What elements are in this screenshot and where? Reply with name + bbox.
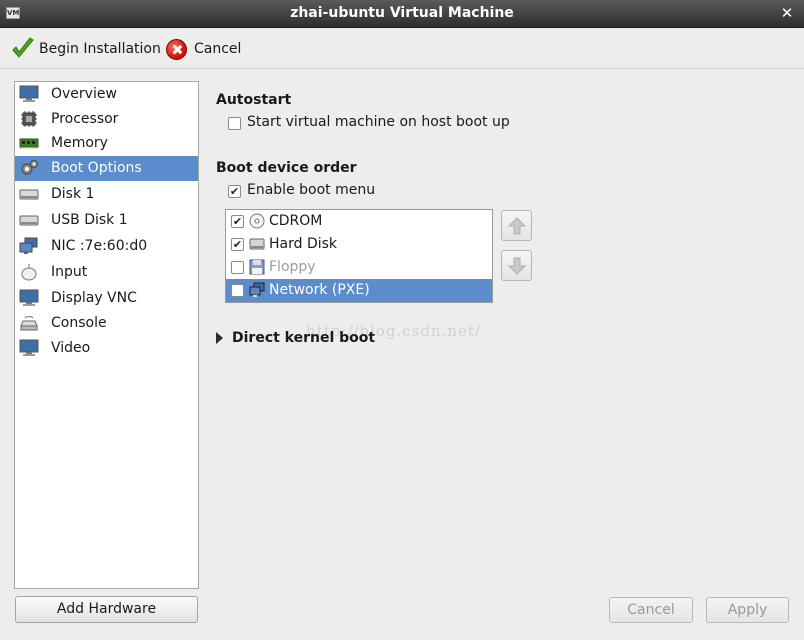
- begin-installation-label: Begin Installation: [39, 41, 161, 57]
- boot-device-label: CDROM: [269, 213, 323, 229]
- sidebar-item-usb-disk-1[interactable]: USB Disk 1: [15, 208, 198, 233]
- arrow-down-icon: [507, 257, 527, 275]
- boot-device-label: Network (PXE): [269, 282, 370, 298]
- monitor-icon: [19, 339, 39, 356]
- boot-device-checkbox[interactable]: [231, 261, 244, 274]
- disk-icon: [19, 215, 39, 226]
- autostart-label: Start virtual machine on host boot up: [247, 114, 510, 130]
- sidebar-item-video[interactable]: Video: [15, 336, 198, 361]
- apply-button[interactable]: Apply: [706, 597, 789, 623]
- sidebar-item-nic[interactable]: NIC :7e:60:d0: [15, 234, 198, 259]
- direct-kernel-boot-expander[interactable]: Direct kernel boot: [216, 330, 376, 347]
- autostart-heading: Autostart: [216, 92, 292, 108]
- cpu-icon: [21, 111, 37, 127]
- floppy-icon: [249, 259, 265, 275]
- sidebar-item-memory[interactable]: Memory: [15, 131, 198, 156]
- sidebar-item-processor[interactable]: Processor: [15, 107, 198, 132]
- sidebar-item-label: Disk 1: [51, 186, 95, 202]
- sidebar-item-disk-1[interactable]: Disk 1: [15, 182, 198, 207]
- boot-order-heading: Boot device order: [216, 160, 357, 176]
- add-hardware-button[interactable]: Add Hardware: [15, 596, 198, 623]
- expander-triangle-icon: [216, 332, 227, 347]
- boot-device-network-pxe[interactable]: Network (PXE): [226, 279, 492, 302]
- begin-installation-button[interactable]: Begin Installation: [10, 36, 161, 62]
- cancel-icon: [166, 38, 187, 60]
- enable-boot-menu-checkbox[interactable]: ✔: [228, 185, 241, 198]
- sidebar-item-label: NIC :7e:60:d0: [51, 238, 148, 254]
- memory-icon: [19, 138, 39, 149]
- sidebar-item-label: Video: [51, 340, 91, 356]
- console-icon: [20, 316, 38, 331]
- boot-device-hard-disk[interactable]: ✔ Hard Disk: [226, 233, 492, 256]
- hardware-list: Overview Processor Memory Boot Options D…: [14, 81, 199, 589]
- window-titlebar: VM zhai-ubuntu Virtual Machine ✕: [0, 0, 804, 28]
- mouse-icon: [21, 263, 37, 281]
- network-icon: [249, 282, 265, 297]
- boot-device-list: ✔ CDROM ✔ Hard Disk Floppy Network (PXE): [225, 209, 493, 303]
- sidebar-item-label: Input: [51, 264, 88, 280]
- toolbar-cancel-label: Cancel: [194, 41, 242, 57]
- sidebar-item-label: Processor: [51, 111, 119, 127]
- move-up-button[interactable]: [501, 210, 532, 241]
- sidebar-item-label: Overview: [51, 86, 117, 102]
- sidebar-item-console[interactable]: Console: [15, 311, 198, 336]
- sidebar-item-input[interactable]: Input: [15, 260, 198, 285]
- boot-device-cdrom[interactable]: ✔ CDROM: [226, 210, 492, 233]
- checkmark-icon: [12, 37, 34, 58]
- move-down-button[interactable]: [501, 250, 532, 281]
- boot-device-floppy[interactable]: Floppy: [226, 256, 492, 279]
- enable-boot-menu-label: Enable boot menu: [247, 182, 376, 198]
- autostart-checkbox[interactable]: [228, 117, 241, 130]
- monitor-icon: [19, 85, 39, 102]
- boot-device-checkbox[interactable]: [231, 284, 244, 297]
- toolbar: Begin Installation Cancel: [0, 28, 804, 69]
- sidebar-item-label: Console: [51, 315, 107, 331]
- boot-device-label: Hard Disk: [269, 236, 338, 252]
- boot-device-checkbox[interactable]: ✔: [231, 215, 244, 228]
- gear-icon: [21, 160, 38, 175]
- window-title: zhai-ubuntu Virtual Machine: [290, 5, 514, 21]
- boot-device-checkbox[interactable]: ✔: [231, 238, 244, 251]
- network-icon: [19, 237, 38, 254]
- sidebar-item-boot-options[interactable]: Boot Options: [15, 156, 198, 181]
- cdrom-icon: [249, 213, 265, 229]
- sidebar-item-label: Display VNC: [51, 290, 137, 306]
- close-icon[interactable]: ✕: [778, 4, 796, 22]
- sidebar-item-label: USB Disk 1: [51, 212, 128, 228]
- sidebar-item-label: Boot Options: [51, 160, 142, 176]
- direct-kernel-boot-label: Direct kernel boot: [232, 330, 376, 346]
- sidebar-item-label: Memory: [51, 135, 108, 151]
- sidebar-item-overview[interactable]: Overview: [15, 82, 198, 107]
- harddisk-icon: [249, 238, 265, 250]
- boot-device-label: Floppy: [269, 259, 316, 275]
- monitor-icon: [19, 289, 39, 306]
- toolbar-cancel-button[interactable]: Cancel: [166, 36, 241, 62]
- sidebar-item-display-vnc[interactable]: Display VNC: [15, 286, 198, 311]
- cancel-button[interactable]: Cancel: [609, 597, 693, 623]
- disk-icon: [19, 189, 39, 200]
- arrow-up-icon: [507, 217, 527, 235]
